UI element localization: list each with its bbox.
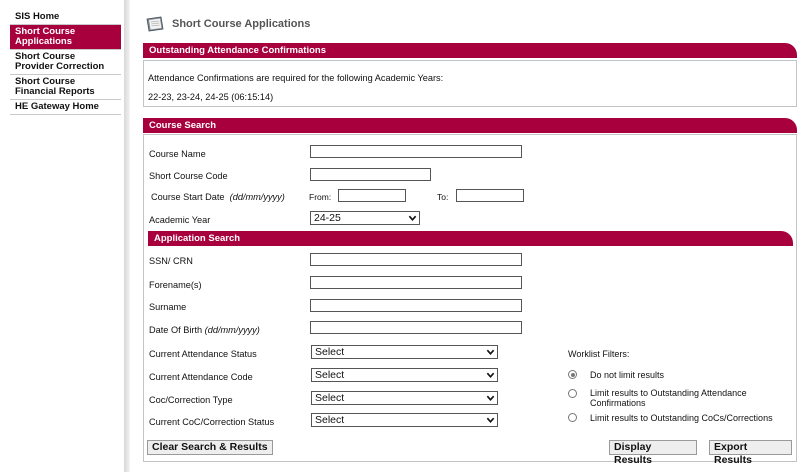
worklist-option-attendance: Limit results to Outstanding Attendance … xyxy=(590,388,747,408)
att-status-select[interactable]: Select xyxy=(311,345,498,359)
att-code-value: Select xyxy=(315,369,345,381)
sidebar-item-sis-home[interactable]: SIS Home xyxy=(10,10,121,25)
main-content: Short Course Applications Outstanding At… xyxy=(130,0,812,472)
chevron-down-icon xyxy=(486,372,495,379)
from-label: From: xyxy=(309,192,332,202)
to-label: To: xyxy=(437,192,449,202)
coc-status-value: Select xyxy=(315,414,345,426)
academic-year-select[interactable]: 24-25 xyxy=(310,211,420,225)
start-date-hint: (dd/mm/yyyy) xyxy=(229,192,285,202)
dob-label-text: Date Of Birth xyxy=(149,325,203,335)
sidebar-item-short-course-applications[interactable]: Short Course Applications xyxy=(10,25,121,50)
worklist-radio-cocs[interactable] xyxy=(568,413,577,422)
sidebar: SIS Home Short Course Applications Short… xyxy=(10,10,121,115)
forenames-input[interactable] xyxy=(310,276,522,289)
chevron-down-icon xyxy=(486,417,495,424)
worklist-option-cocs: Limit results to Outstanding CoCs/Correc… xyxy=(590,413,773,423)
surname-input[interactable] xyxy=(310,299,522,312)
sidebar-item-he-gateway-home[interactable]: HE Gateway Home xyxy=(10,100,121,115)
academic-year-value: 24-25 xyxy=(314,212,341,224)
export-results-button[interactable]: Export Results xyxy=(709,440,792,466)
coc-type-select[interactable]: Select xyxy=(311,391,498,405)
course-name-input[interactable] xyxy=(310,145,522,158)
outstanding-message: Attendance Confirmations are required fo… xyxy=(148,73,444,83)
forenames-label: Forename(s) xyxy=(149,280,202,290)
page-title-text: Short Course Applications xyxy=(172,18,311,30)
dob-label: Date Of Birth (dd/mm/yyyy) xyxy=(149,325,260,335)
short-code-input[interactable] xyxy=(310,168,431,181)
start-date-label: Course Start Date (dd/mm/yyyy) xyxy=(151,192,285,202)
att-code-select[interactable]: Select xyxy=(311,368,498,382)
document-icon xyxy=(145,16,165,32)
dob-hint: (dd/mm/yyyy) xyxy=(204,325,260,335)
att-status-value: Select xyxy=(315,346,345,358)
coc-type-label: Coc/Correction Type xyxy=(149,395,233,405)
academic-year-label: Academic Year xyxy=(149,215,211,225)
short-code-label: Short Course Code xyxy=(149,171,228,181)
worklist-radio-attendance[interactable] xyxy=(568,389,577,398)
clear-search-button[interactable]: Clear Search & Results xyxy=(147,440,273,455)
ssn-label: SSN/ CRN xyxy=(149,256,193,266)
outstanding-panel: Attendance Confirmations are required fo… xyxy=(143,60,797,107)
worklist-radio-no-limit[interactable] xyxy=(568,370,577,379)
coc-type-value: Select xyxy=(315,392,345,404)
surname-label: Surname xyxy=(149,302,187,312)
display-results-button[interactable]: Display Results xyxy=(609,440,697,466)
chevron-down-icon xyxy=(486,349,495,356)
att-status-label: Current Attendance Status xyxy=(149,349,257,359)
coc-status-label: Current CoC/Correction Status xyxy=(149,417,275,427)
start-date-to-input[interactable] xyxy=(456,189,524,202)
course-search-header: Course Search xyxy=(143,118,797,133)
start-date-label-text: Course Start Date xyxy=(151,192,225,202)
worklist-filters-label: Worklist Filters: xyxy=(568,349,630,359)
application-search-header: Application Search xyxy=(148,231,793,246)
coc-status-select[interactable]: Select xyxy=(311,413,498,427)
outstanding-years: 22-23, 23-24, 24-25 (06:15:14) xyxy=(148,92,274,102)
chevron-down-icon xyxy=(486,395,495,402)
ssn-input[interactable] xyxy=(310,253,522,266)
outstanding-header: Outstanding Attendance Confirmations xyxy=(143,43,797,58)
page-title: Short Course Applications xyxy=(145,14,310,34)
worklist-option-no-limit: Do not limit results xyxy=(590,370,665,380)
dob-input[interactable] xyxy=(310,321,522,334)
chevron-down-icon xyxy=(408,215,417,222)
course-name-label: Course Name xyxy=(149,149,206,159)
att-code-label: Current Attendance Code xyxy=(149,372,253,382)
sidebar-item-financial-reports[interactable]: Short Course Financial Reports xyxy=(10,75,121,100)
sidebar-item-provider-correction[interactable]: Short Course Provider Correction xyxy=(10,50,121,75)
start-date-from-input[interactable] xyxy=(338,189,406,202)
